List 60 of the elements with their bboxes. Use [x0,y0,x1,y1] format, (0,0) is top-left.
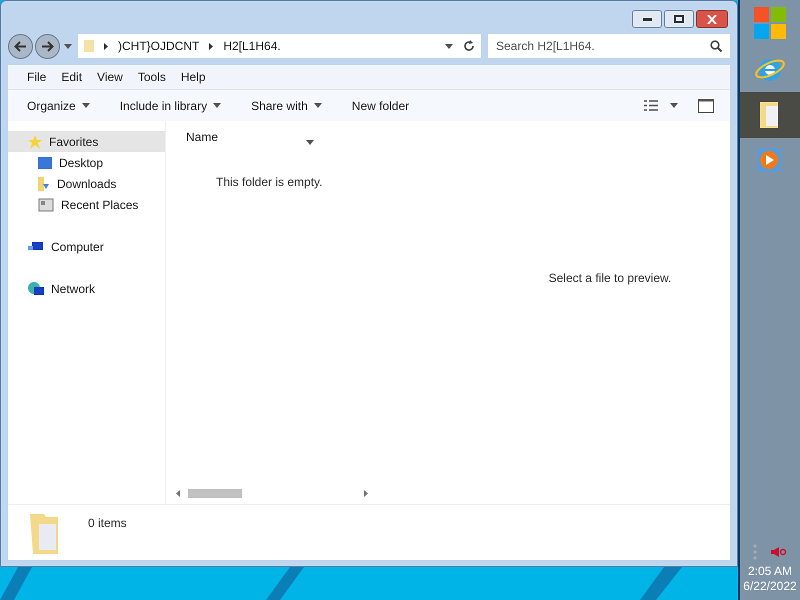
computer-icon [28,240,44,252]
address-bar[interactable]: )CHT}OJDCNT H2[L1H64. [78,34,481,58]
close-button[interactable] [696,10,728,28]
toolbar-button[interactable]: New folder [344,96,416,114]
scroll-left-icon [176,490,180,496]
recent-places-icon [38,198,54,212]
menu-item[interactable]: File [20,68,54,86]
item-count: 0 items [88,514,127,532]
caret-icon [64,44,72,48]
refresh-icon[interactable] [463,40,475,52]
breadcrumb[interactable]: )CHT}OJDCNT [118,37,200,55]
close-icon [707,14,717,24]
caret-icon [670,103,678,108]
left-arrow-icon [14,40,27,52]
horizontal-scrollbar[interactable] [176,486,368,500]
caret-icon [445,44,453,48]
folder-icon [38,176,50,190]
minimize-button[interactable] [632,10,662,28]
scrollbar-thumb[interactable] [188,488,242,498]
right-arrow-icon [41,40,54,52]
details-view-icon [644,100,658,111]
toolbar-button[interactable]: Organize [20,96,97,114]
nav-item[interactable]: Computer [8,236,165,257]
sort-arrow-icon [306,140,314,145]
search-icon[interactable] [702,34,730,58]
nav-item[interactable]: Desktop [8,152,165,173]
menu-item[interactable]: Edit [54,68,90,86]
caret-icon [213,103,222,108]
view-options-button[interactable] [644,100,678,111]
maximize-button[interactable] [664,10,694,28]
preview-pane-icon[interactable] [698,98,714,112]
preview-message: Select a file to preview. [548,270,672,286]
menu-item[interactable]: Help [174,68,213,86]
nav-item[interactable]: Network [8,278,165,299]
overflow-dots-icon[interactable] [753,544,757,560]
folder-icon [30,512,58,554]
empty-folder-message: This folder is empty. [216,174,324,191]
caret-icon [314,103,322,108]
toolbar-button[interactable]: Share with [244,96,329,114]
taskbar-button[interactable] [740,92,800,138]
toolbar-button[interactable]: Include in library [112,96,228,114]
folder-icon [84,40,94,52]
media-player-icon[interactable] [757,148,783,174]
scroll-right-icon [364,490,368,496]
caret-icon [82,103,90,108]
search-field[interactable]: Search H2[L1H64. [488,34,702,58]
forward-button[interactable] [35,34,60,58]
nav-item[interactable]: Recent Places [8,194,165,215]
back-button[interactable] [8,34,33,58]
desktop-icon [38,156,52,168]
breadcrumb[interactable]: H2[L1H64. [223,37,281,55]
menu-item[interactable]: Tools [130,68,173,86]
chevron-icon [209,42,214,50]
star-icon [28,134,42,148]
menu-item[interactable]: View [90,68,130,86]
chevron-icon [104,42,108,50]
nav-item[interactable]: Downloads [8,173,165,194]
network-icon [28,282,44,296]
nav-item[interactable]: Favorites [8,131,165,152]
column-header[interactable]: Name [186,125,218,146]
